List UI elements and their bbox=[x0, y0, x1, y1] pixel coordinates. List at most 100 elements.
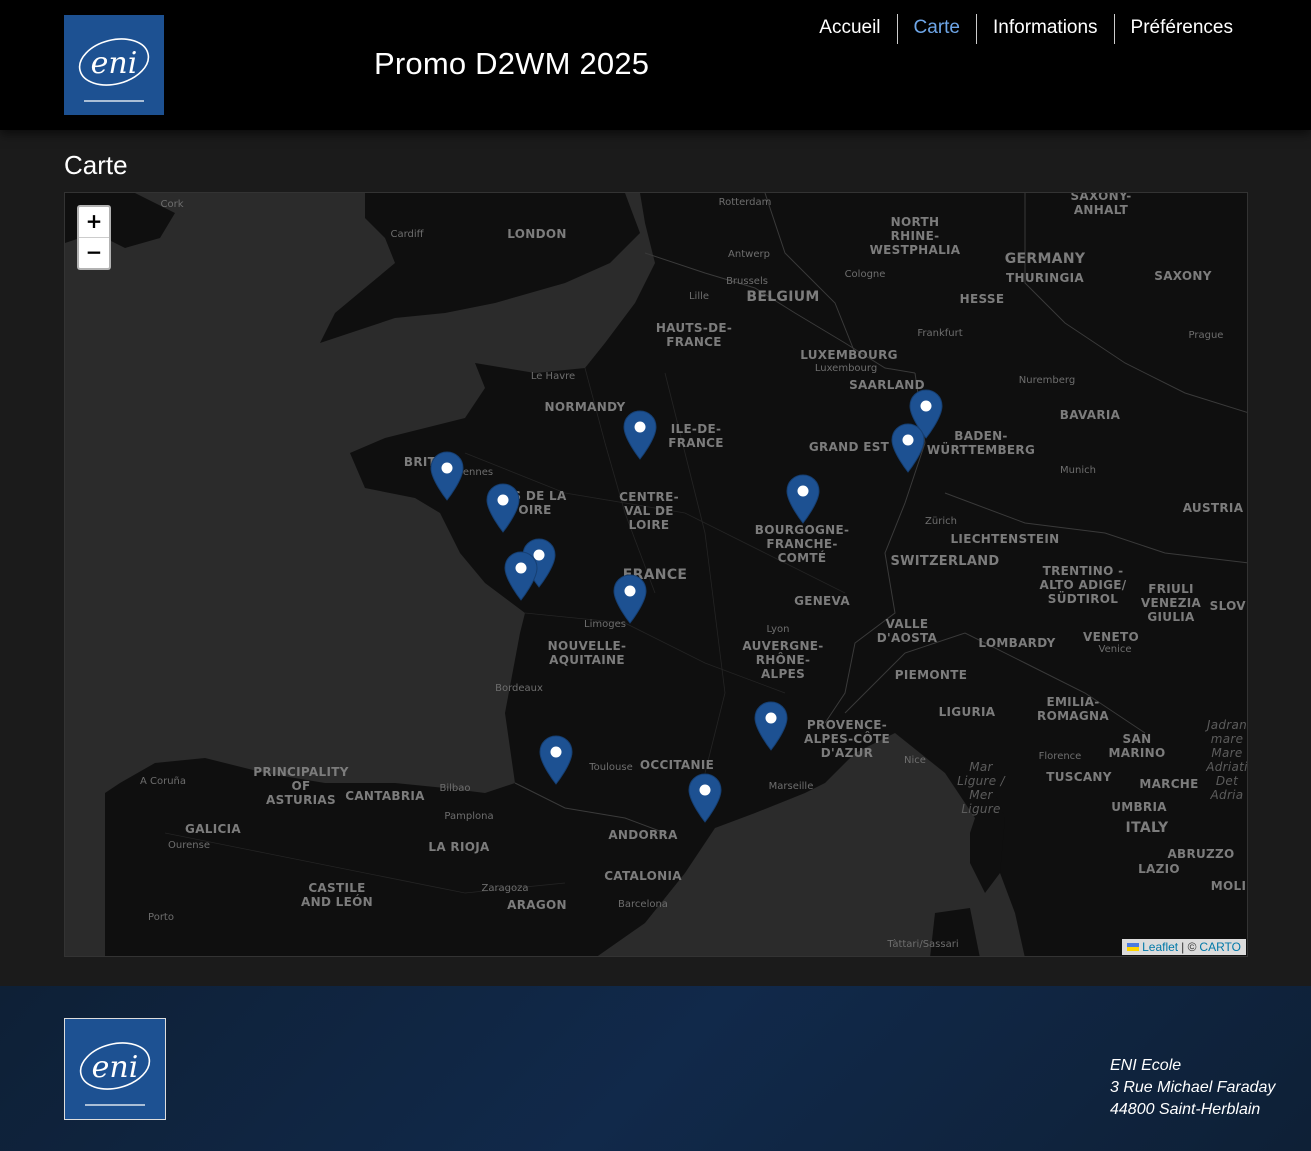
map-marker-icon bbox=[786, 474, 820, 524]
map-label-belgium: BELGIUM bbox=[746, 289, 820, 305]
map-label-marche: MARCHE bbox=[1139, 777, 1199, 791]
map-label-frankfurt: Frankfurt bbox=[917, 328, 963, 339]
map-label-umbria: UMBRIA bbox=[1111, 800, 1167, 814]
map-label-saxony: SAXONY bbox=[1154, 269, 1212, 283]
zoom-out-button[interactable]: − bbox=[79, 237, 109, 268]
map-label-abruzzo: ABRUZZO bbox=[1167, 847, 1235, 861]
map-label-lazio: LAZIO bbox=[1138, 862, 1180, 876]
map-label-nuremberg: Nuremberg bbox=[1018, 375, 1076, 386]
map-label-hauts-de-france: HAUTS-DE- FRANCE bbox=[655, 321, 733, 349]
map-label-prague: Prague bbox=[1188, 330, 1224, 341]
map-label-molise: MOLIS bbox=[1210, 879, 1247, 893]
map-label-friuli: FRIULI VENEZIA GIULIA bbox=[1140, 582, 1202, 624]
map-label-brussels: Brussels bbox=[726, 276, 768, 287]
map-label-geneva: GENEVA bbox=[794, 594, 850, 608]
map-label-occitanie: OCCITANIE bbox=[639, 758, 715, 772]
map-label-north-rhine: NORTH RHINE- WESTPHALIA bbox=[869, 215, 961, 257]
map-label-zaragoza: Zaragoza bbox=[481, 883, 529, 894]
map-marker[interactable] bbox=[486, 483, 520, 533]
map-label-tuscany: TUSCANY bbox=[1046, 770, 1112, 784]
map-marker-icon bbox=[613, 574, 647, 624]
map-label-rennes: ennes bbox=[462, 467, 494, 478]
map-label-zurich: Zürich bbox=[925, 516, 957, 527]
map-marker[interactable] bbox=[688, 773, 722, 823]
map-marker[interactable] bbox=[754, 701, 788, 751]
map-label-la-rioja: LA RIOJA bbox=[428, 840, 490, 854]
map-marker-icon bbox=[539, 735, 573, 785]
map-marker[interactable] bbox=[504, 551, 538, 601]
map-label-valle: VALLE D'AOSTA bbox=[876, 617, 938, 645]
map-label-toulouse: Toulouse bbox=[589, 762, 633, 773]
nav-accueil[interactable]: Accueil bbox=[803, 14, 896, 44]
svg-text:eni: eni bbox=[92, 1050, 139, 1085]
map-label-emilia: EMILIA- ROMAGNA bbox=[1037, 695, 1109, 723]
svg-text:eni: eni bbox=[91, 46, 138, 81]
attribution-separator: | © bbox=[1181, 940, 1197, 954]
footer-eni-logo[interactable]: eni bbox=[64, 1018, 166, 1120]
map-label-san-marino: SAN MARINO bbox=[1108, 732, 1166, 760]
map-label-italy: ITALY bbox=[1125, 820, 1169, 836]
map-marker[interactable] bbox=[539, 735, 573, 785]
map-label-a-coruna: A Coruña bbox=[139, 776, 187, 787]
map-label-pamplona: Pamplona bbox=[444, 811, 494, 822]
map-marker[interactable] bbox=[613, 574, 647, 624]
map-label-trentino: TRENTINO - ALTO ADIGE/ SÜDTIROL bbox=[1039, 564, 1127, 606]
map-label-bordeaux: Bordeaux bbox=[495, 683, 543, 694]
map-label-austria: AUSTRIA bbox=[1182, 501, 1244, 515]
map-label-luxembourg-city: Luxembourg bbox=[814, 363, 878, 374]
map-label-liguria: LIGURIA bbox=[938, 705, 996, 719]
map-label-adriatic: Jadran mare Mare Adriati Det Adria bbox=[1206, 718, 1248, 802]
nav-carte[interactable]: Carte bbox=[896, 14, 976, 44]
leaflet-link[interactable]: Leaflet bbox=[1142, 940, 1178, 954]
map-label-normandy: NORMANDY bbox=[544, 400, 626, 414]
map-label-rotterdam: Rotterdam bbox=[718, 197, 772, 208]
map-label-thuringia: THURINGIA bbox=[1005, 271, 1085, 285]
map-marker-icon bbox=[430, 451, 464, 501]
map-label-cork: Cork bbox=[160, 199, 184, 210]
address-city: 44800 Saint-Herblain bbox=[1110, 1101, 1261, 1118]
map-marker-icon bbox=[623, 410, 657, 460]
eni-logo-mark: eni bbox=[78, 38, 150, 102]
map-label-switzerland: SWITZERLAND bbox=[890, 554, 1000, 569]
map-label-castile: CASTILE AND LEÓN bbox=[301, 881, 373, 909]
footer-eni-logo-mark: eni bbox=[79, 1042, 151, 1106]
map-label-cantabria: CANTABRIA bbox=[345, 789, 425, 803]
map-label-centre: CENTRE- VAL DE LOIRE bbox=[619, 490, 679, 532]
map-label-piemonte: PIEMONTE bbox=[894, 668, 968, 682]
map-label-liechtenstein: LIECHTENSTEIN bbox=[950, 532, 1060, 546]
site-header: eni Promo D2WM 2025 Accueil Carte Inform… bbox=[0, 0, 1311, 130]
map-label-provence: PROVENCE- ALPES-CÔTE D'AZUR bbox=[804, 718, 890, 760]
map-marker-icon bbox=[891, 423, 925, 473]
map-label-le-havre: Le Havre bbox=[530, 371, 576, 382]
carto-link[interactable]: CARTO bbox=[1199, 940, 1241, 954]
nav-preferences[interactable]: Préférences bbox=[1113, 14, 1249, 44]
map-marker[interactable] bbox=[623, 410, 657, 460]
map-label-galicia: GALICIA bbox=[185, 822, 241, 836]
map-label-sassari: Tàttari/Sassari bbox=[887, 939, 959, 950]
map-label-bavaria: BAVARIA bbox=[1059, 408, 1121, 422]
map-marker-icon bbox=[504, 551, 538, 601]
site-title: Promo D2WM 2025 bbox=[374, 46, 650, 81]
map-attribution: Leaflet | © CARTO bbox=[1122, 939, 1246, 955]
map-label-slovenia: SLOVE bbox=[1209, 599, 1247, 613]
map-label-nouvelle-aquitaine: NOUVELLE- AQUITAINE bbox=[547, 639, 627, 667]
map-label-barcelona: Barcelona bbox=[618, 899, 668, 910]
map-label-cologne: Cologne bbox=[844, 269, 886, 280]
map-label-cardiff: Cardiff bbox=[390, 229, 424, 240]
map-marker[interactable] bbox=[430, 451, 464, 501]
map-label-grand-est: GRAND EST bbox=[808, 440, 890, 454]
map-label-london: LONDON bbox=[507, 227, 567, 241]
zoom-in-button[interactable]: + bbox=[79, 207, 109, 237]
map-marker[interactable] bbox=[891, 423, 925, 473]
map-marker[interactable] bbox=[786, 474, 820, 524]
map-label-ile-de-france: ILE-DE- FRANCE bbox=[668, 422, 724, 450]
nav-informations[interactable]: Informations bbox=[976, 14, 1114, 44]
map-label-luxembourg: LUXEMBOURG bbox=[800, 348, 898, 362]
map-label-germany: GERMANY bbox=[1004, 251, 1086, 267]
map-container[interactable]: Cork Cardiff LONDON Rotterdam Antwerp Br… bbox=[64, 192, 1248, 957]
map-label-lombardy: LOMBARDY bbox=[978, 636, 1056, 650]
ukraine-flag-icon bbox=[1127, 943, 1140, 951]
map-label-lyon: Lyon bbox=[766, 624, 790, 635]
eni-logo[interactable]: eni bbox=[64, 15, 164, 115]
map-label-baden: BADEN- WÜRTTEMBERG bbox=[926, 429, 1036, 457]
